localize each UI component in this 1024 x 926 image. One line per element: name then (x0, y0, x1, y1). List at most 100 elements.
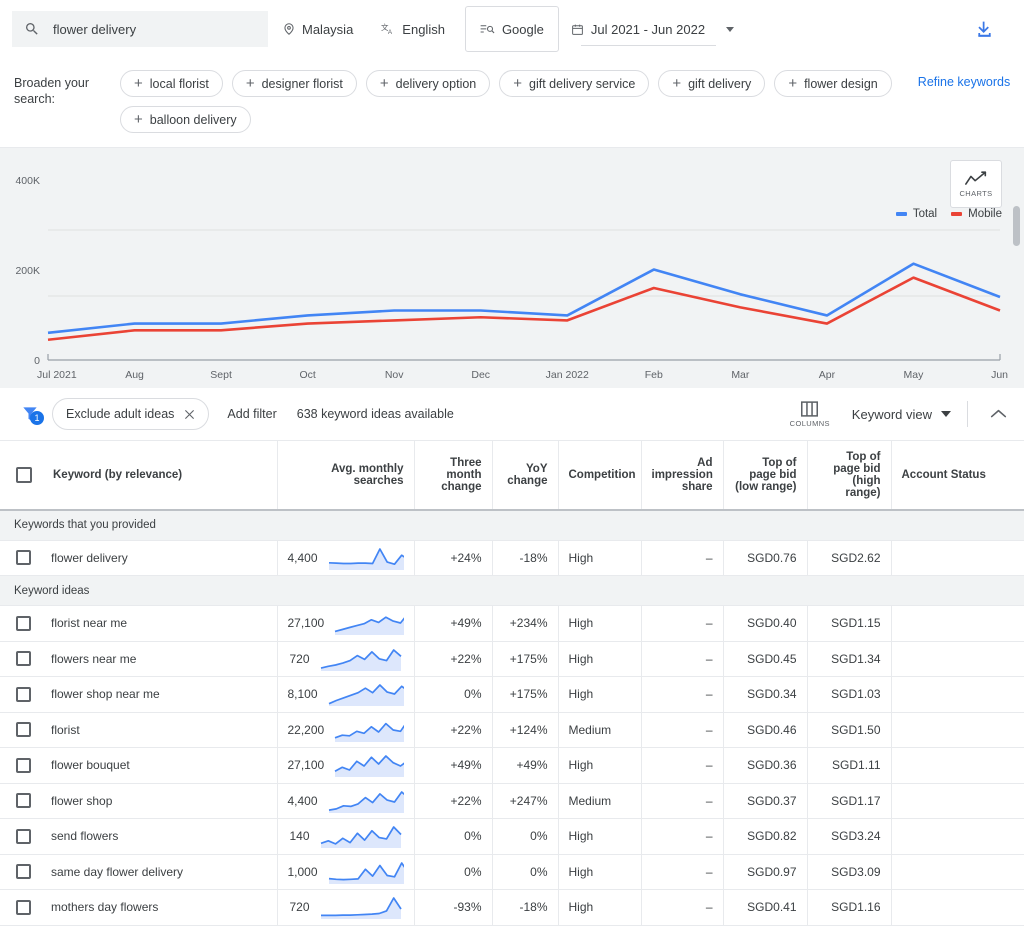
add-filter-button[interactable]: Add filter (227, 407, 276, 421)
translate-icon: 文 A (381, 22, 393, 36)
broaden-chip[interactable]: + balloon delivery (120, 106, 251, 133)
table-row[interactable]: flower delivery 4,400 +24% -18% High – SGD0.76… (0, 540, 1024, 576)
broaden-chip[interactable]: + designer florist (231, 70, 357, 97)
network-label: Google (501, 21, 544, 37)
table-header-three-month-change[interactable]: Three month change (413, 440, 492, 511)
network-selector[interactable]: Google (464, 6, 559, 52)
keyword-ideas-table: Keyword (by relevance) Avg. monthly searc… (0, 440, 1024, 926)
row-checkbox[interactable] (16, 651, 31, 667)
cell-avg-monthly-searches: 27,100 (276, 605, 414, 642)
chart-x-tick: Aug (125, 369, 144, 381)
table-row[interactable]: flower shop near me 8,100 0% +175% High – SGD0… (0, 676, 1024, 713)
sparkline (320, 648, 402, 671)
columns-button[interactable]: COLUMNS (782, 400, 838, 428)
active-filter-chip[interactable]: Exclude adult ideas (52, 398, 210, 430)
search-input-value: flower delivery (53, 21, 137, 37)
table-header-competition[interactable]: Competition (557, 440, 641, 511)
avg-searches-value: 720 (289, 651, 310, 666)
broaden-chip-list: + local florist + designer florist + delivery… (120, 70, 916, 133)
sparkline (320, 897, 402, 920)
row-checkbox[interactable] (16, 550, 31, 566)
table-header-yoy-change[interactable]: YoY change (491, 440, 558, 511)
table-header-keyword-by-relevance[interactable]: Keyword (by relevance) (0, 440, 277, 511)
row-checkbox[interactable] (16, 615, 31, 631)
avg-searches-value: 8,100 (287, 687, 318, 702)
row-checkbox[interactable] (16, 722, 31, 738)
table-header-top-of-page-bid-high-range[interactable]: Top of page bid (high range) (806, 440, 891, 511)
refine-keywords-button[interactable]: Refine keywords (916, 70, 1012, 133)
row-checkbox[interactable] (16, 828, 31, 844)
language-selector[interactable]: 文 A English (367, 11, 459, 47)
table-header-top-of-page-bid-low-range[interactable]: Top of page bid (low range) (722, 440, 807, 511)
chevron-down-icon[interactable] (726, 26, 735, 32)
broaden-chip[interactable]: + gift delivery service (499, 70, 650, 97)
cell-ad-impression-share: – (640, 540, 723, 576)
table-row[interactable]: send flowers 140 0% 0% High – SGD0.82 SGD3.24 (0, 818, 1024, 855)
plus-icon: + (513, 75, 523, 92)
broaden-chip[interactable]: + gift delivery (658, 70, 766, 97)
date-range-selector[interactable]: Jul 2021 - Jun 2022 (559, 11, 744, 47)
charts-button-label: CHARTS (959, 188, 993, 198)
cell-ad-impression-share: – (640, 818, 723, 855)
table-group-label: Keywords that you provided (0, 510, 1024, 541)
charts-toggle-button[interactable]: CHARTS (950, 160, 1002, 208)
cell-three-month-change: +22% (413, 783, 492, 819)
cell-bid-low: SGD0.34 (722, 676, 807, 713)
row-checkbox[interactable] (16, 899, 31, 915)
chart-y-axis-labels: 0 200K 400K (15, 175, 40, 367)
close-icon[interactable] (184, 409, 195, 420)
table-header-ad-impression-share[interactable]: Ad impression share (640, 440, 723, 511)
table-header-account-status[interactable]: Account Status (890, 440, 1024, 511)
cell-keyword: flower shop near me (0, 676, 277, 713)
collapse-panel-button[interactable] (984, 400, 1012, 428)
row-checkbox[interactable] (16, 793, 31, 809)
row-checkbox[interactable] (16, 864, 31, 880)
view-selector[interactable]: Keyword view (852, 407, 951, 422)
active-filter-label: Exclude adult ideas (66, 407, 175, 421)
download-icon (977, 21, 991, 37)
row-checkbox[interactable] (16, 757, 31, 773)
legend-item[interactable]: Mobile (951, 208, 1002, 220)
columns-icon (801, 400, 819, 417)
chevron-up-icon (990, 409, 1006, 418)
cell-keyword: flowers near me (0, 641, 277, 677)
cell-yoy-change: -18% (491, 540, 558, 576)
table-header-row: Keyword (by relevance) Avg. monthly searc… (0, 440, 1024, 511)
chart-legend: Total Mobile (895, 208, 1002, 220)
sparkline (328, 790, 404, 813)
cell-avg-monthly-searches: 1,000 (276, 854, 414, 890)
cell-ad-impression-share: – (640, 854, 723, 890)
cell-three-month-change: 0% (413, 854, 492, 890)
location-selector[interactable]: Malaysia (268, 11, 367, 47)
row-checkbox[interactable] (16, 686, 31, 702)
sparkline (320, 826, 402, 849)
search-input[interactable]: flower delivery (12, 11, 268, 47)
table-row[interactable]: same day flower delivery 1,000 0% 0% High – SG… (0, 854, 1024, 890)
download-button[interactable] (964, 9, 1004, 49)
chart-line-total (47, 262, 1001, 335)
legend-item[interactable]: Total (895, 208, 937, 220)
date-range-label: Jul 2021 - Jun 2022 (590, 21, 706, 37)
cell-ad-impression-share: – (640, 747, 723, 784)
table-row[interactable]: flower bouquet 27,100 +49% +49% High – SGD0.36… (0, 747, 1024, 784)
cell-three-month-change: +22% (413, 712, 492, 748)
cell-keyword: mothers day flowers (0, 889, 277, 926)
table-header-avg-monthly-searches[interactable]: Avg. monthly searches (276, 440, 414, 511)
cell-keyword: flower shop (0, 783, 277, 819)
chart-vertical-scrollbar[interactable] (1013, 206, 1020, 246)
filter-button[interactable]: 1 (8, 404, 52, 425)
plus-icon: + (134, 75, 143, 92)
table-row[interactable]: flower shop 4,400 +22% +247% Medium – SGD0.37 S… (0, 783, 1024, 819)
toolbar-divider (967, 401, 968, 427)
table-row[interactable]: florist near me 27,100 +49% +234% High – SGD0.… (0, 605, 1024, 642)
broaden-chip[interactable]: + delivery option (365, 70, 491, 97)
chart-gridlines (47, 229, 1001, 361)
broaden-chip[interactable]: + local florist (120, 70, 223, 97)
table-row[interactable]: mothers day flowers 720 -93% -18% High – SGD0.… (0, 889, 1024, 926)
table-row[interactable]: flowers near me 720 +22% +175% High – SGD0.45 S… (0, 641, 1024, 677)
table-row[interactable]: florist 22,200 +22% +124% Medium – SGD0.46 SGD1… (0, 712, 1024, 748)
broaden-chip[interactable]: + flower design (774, 70, 892, 97)
select-all-checkbox[interactable] (16, 467, 32, 483)
avg-searches-value: 4,400 (287, 793, 318, 808)
cell-competition: High (557, 676, 641, 713)
